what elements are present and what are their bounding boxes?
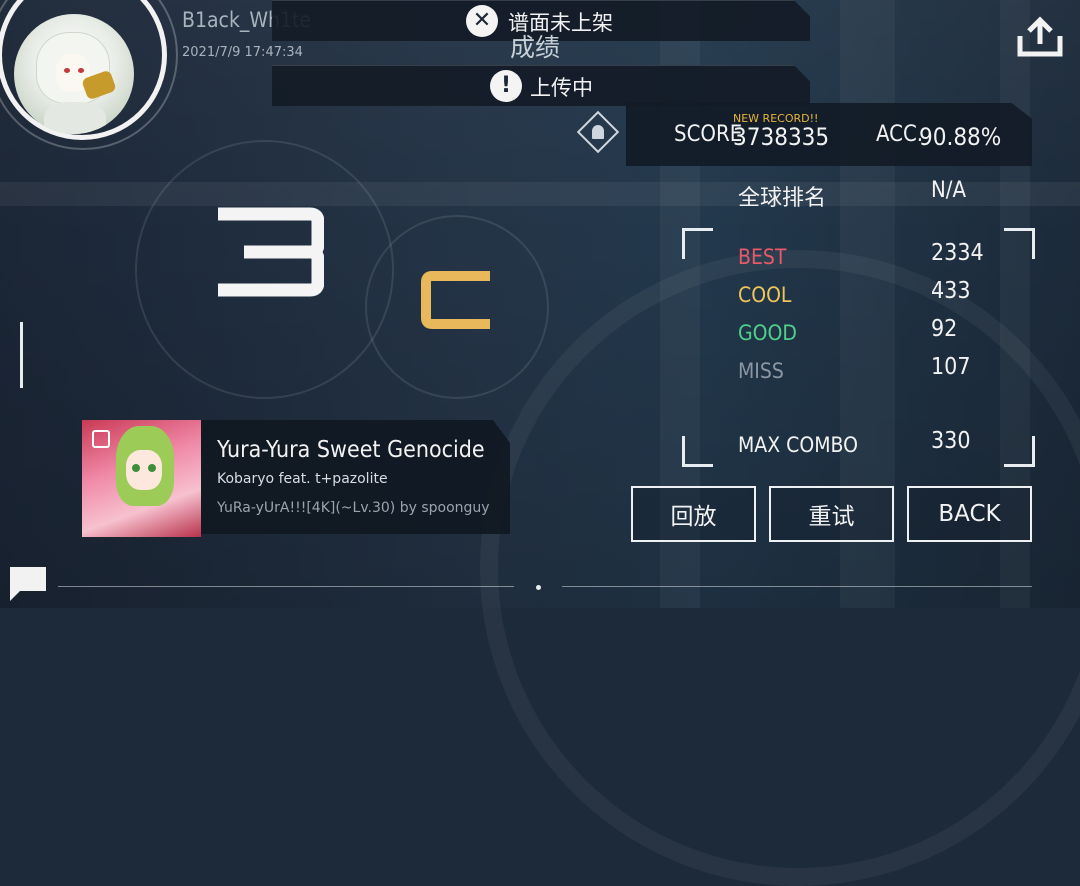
stat-best-value: 2334 (931, 240, 984, 266)
song-cover (82, 420, 201, 537)
stat-miss-value: 107 (931, 354, 971, 380)
accuracy-value: 90.88% (919, 123, 1002, 151)
stat-cool-value: 433 (931, 278, 971, 304)
chat-icon[interactable] (6, 563, 50, 603)
toast-uploading: ! 上传中 (272, 65, 810, 106)
stat-best-label: BEST (738, 245, 787, 269)
chart-info: YuRa-yUrA!!![4K](~Lv.30) by spoonguy (217, 500, 490, 516)
avatar[interactable] (14, 14, 134, 134)
song-title: Yura-Yura Sweet Genocide (217, 437, 485, 463)
stat-good-label: GOOD (738, 321, 797, 345)
side-indicator (20, 322, 23, 388)
score-label: SCORE (674, 122, 743, 147)
rank-number-3 (218, 207, 324, 297)
stat-good-value: 92 (931, 316, 958, 342)
stat-miss-label: MISS (738, 359, 784, 383)
play-datetime: 2021/7/9 17:47:34 (182, 45, 303, 60)
stat-cool-label: COOL (738, 283, 792, 307)
bg-ring (480, 250, 1080, 886)
max-combo-label: MAX COMBO (738, 433, 858, 457)
accuracy-label: ACC. (876, 122, 924, 147)
chart-logo-icon (92, 430, 110, 448)
bracket-corner (1004, 228, 1035, 259)
bracket-corner (682, 436, 713, 467)
upload-icon[interactable] (1016, 16, 1064, 58)
retry-button[interactable]: 重试 (769, 486, 894, 542)
grade-c (421, 271, 490, 329)
alert-circle-icon: ! (490, 70, 522, 102)
bracket-corner (1004, 436, 1035, 467)
close-circle-icon: ✕ (466, 5, 498, 37)
global-rank-label: 全球排名 (738, 186, 827, 211)
song-artist: Kobaryo feat. t+pazolite (217, 471, 388, 487)
back-button[interactable]: BACK (907, 486, 1032, 542)
toast-text: 上传中 (530, 76, 593, 100)
page-indicator-dot (536, 585, 541, 590)
page-title: 成绩 (510, 33, 561, 62)
bracket-corner (682, 228, 713, 259)
divider (562, 586, 1032, 587)
score-value: 3738335 (733, 123, 830, 151)
global-rank-value: N/A (931, 178, 967, 203)
divider (58, 586, 514, 587)
replay-button[interactable]: 回放 (631, 486, 756, 542)
max-combo-value: 330 (931, 428, 971, 454)
rank-badge-inner (592, 125, 604, 139)
